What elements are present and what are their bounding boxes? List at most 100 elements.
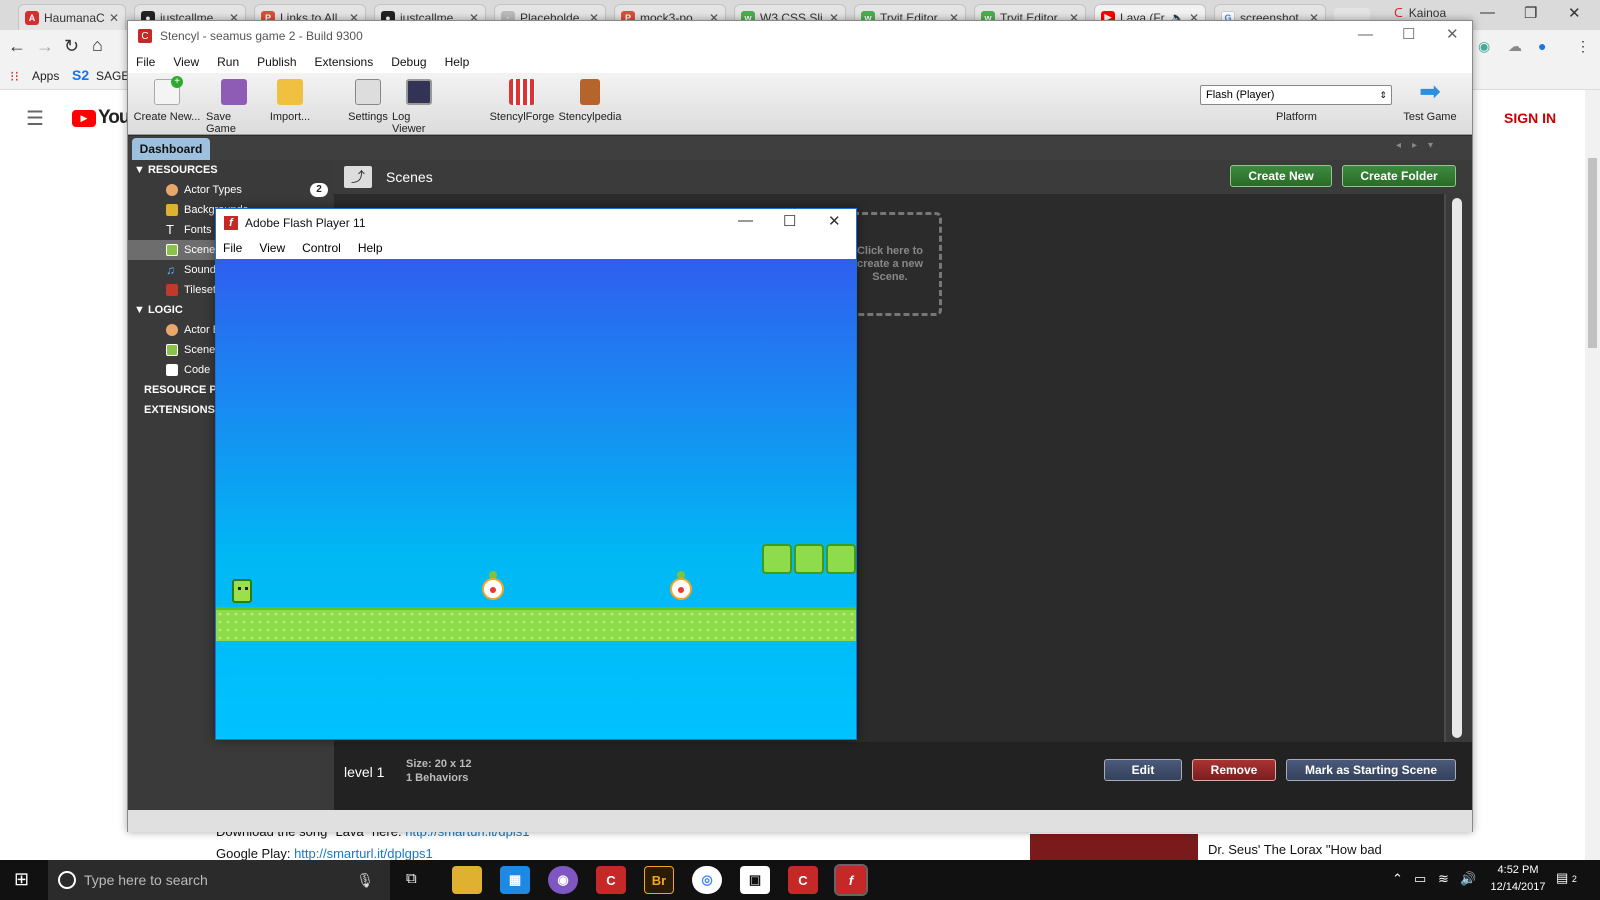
remove-button[interactable]: Remove — [1192, 759, 1276, 781]
create-folder-button[interactable]: Create Folder — [1342, 165, 1456, 187]
stencylforge-button[interactable]: StencylForge — [490, 79, 554, 123]
restore-icon[interactable]: ❐ — [1524, 4, 1537, 22]
menu-file[interactable]: File — [136, 55, 155, 69]
close-icon[interactable]: ✕ — [1446, 25, 1459, 43]
minimize-icon[interactable]: — — [738, 212, 753, 229]
stencyl-taskbar-icon[interactable]: C — [788, 866, 818, 894]
platform-value: Flash (Player) — [1206, 89, 1275, 101]
scrollbar-thumb[interactable] — [1588, 158, 1597, 348]
bookmark-apps[interactable]: Apps — [32, 69, 59, 83]
minimize-icon[interactable]: — — [1480, 4, 1495, 21]
minimize-icon[interactable]: — — [1358, 26, 1373, 43]
bookmark-sage[interactable]: SAGE — [96, 69, 129, 83]
scrollbar-thumb[interactable] — [1452, 198, 1462, 738]
related-video-title[interactable]: Dr. Seus' The Lorax "How bad — [1208, 842, 1382, 857]
chrome-icon[interactable]: ◎ — [692, 866, 722, 894]
windows-start-icon[interactable]: ⊞ — [14, 869, 29, 890]
settings-button[interactable]: Settings — [346, 79, 390, 123]
back-icon[interactable]: ← — [8, 36, 26, 57]
stencyl-titlebar: C Stencyl - seamus game 2 - Build 9300 —… — [128, 21, 1472, 51]
page-scrollbar[interactable] — [1585, 90, 1600, 860]
test-game-button[interactable]: ➡ Test Game — [1400, 78, 1460, 123]
clock-date[interactable]: 12/14/2017 — [1486, 881, 1550, 893]
tileset-icon — [166, 284, 178, 296]
description-link[interactable]: http://smarturl.it/dplgps1 — [294, 846, 433, 861]
app-icon[interactable]: ◉ — [548, 866, 578, 894]
file-explorer-icon[interactable] — [452, 866, 482, 894]
notification-center[interactable]: ▤ 2 — [1556, 870, 1577, 886]
hamburger-icon[interactable]: ☰ — [26, 106, 44, 131]
chevron-up-icon[interactable]: ⌃ — [1392, 871, 1403, 887]
scene-size: Size: 20 x 12 — [406, 758, 472, 770]
menu-icon[interactable]: ⋮ — [1576, 38, 1590, 55]
account-icon[interactable]: ● — [1538, 38, 1546, 54]
forward-icon[interactable]: → — [36, 36, 54, 57]
flash-menubar: File View Control Help — [216, 237, 856, 259]
create-new-button[interactable]: + Create New... — [132, 76, 202, 123]
tab-list-icon[interactable]: ▾ — [1428, 140, 1433, 151]
actor-icon — [166, 184, 178, 196]
window-title: Stencyl - seamus game 2 - Build 9300 — [160, 29, 363, 43]
menu-help[interactable]: Help — [358, 241, 383, 255]
menu-run[interactable]: Run — [217, 55, 239, 69]
music-note-icon: ♫ — [166, 263, 175, 277]
flash-taskbar-icon[interactable]: f — [834, 864, 868, 896]
taskbar-search[interactable]: Type here to search 🎙 — [48, 860, 390, 900]
volume-icon[interactable]: 🔊 — [1460, 871, 1476, 887]
mark-starting-scene-button[interactable]: Mark as Starting Scene — [1286, 759, 1456, 781]
menu-extensions[interactable]: Extensions — [315, 55, 374, 69]
stencyl-taskbar-icon[interactable]: C — [596, 866, 626, 894]
section-resources[interactable]: ▼ RESOURCES — [128, 160, 334, 180]
save-game-button[interactable]: Save Game — [206, 79, 262, 135]
menu-control[interactable]: Control — [302, 241, 341, 255]
menu-view[interactable]: View — [259, 241, 285, 255]
notepad-icon[interactable]: ▣ — [740, 866, 770, 894]
extension-icon[interactable]: ◉ — [1478, 38, 1490, 55]
close-icon[interactable]: ✕ — [1568, 4, 1581, 22]
tab-prev-icon[interactable]: ◂ — [1396, 140, 1401, 151]
menu-file[interactable]: File — [223, 241, 242, 255]
browser-tab[interactable]: A HaumanaC ✕ — [18, 4, 126, 30]
create-new-scene-button[interactable]: Create New — [1230, 165, 1332, 187]
menu-publish[interactable]: Publish — [257, 55, 296, 69]
sidebar-item-actor-types[interactable]: Actor Types 2 — [128, 180, 334, 200]
search-input[interactable]: Type here to search — [84, 872, 208, 888]
cloud-icon[interactable]: ☁ — [1508, 38, 1522, 55]
maximize-icon[interactable]: ☐ — [1402, 25, 1415, 43]
count-badge: 2 — [310, 183, 328, 197]
wifi-icon[interactable]: ≋ — [1438, 871, 1449, 887]
microphone-icon[interactable]: 🎙 — [356, 872, 374, 889]
menu-view[interactable]: View — [173, 55, 199, 69]
clock-time[interactable]: 4:52 PM — [1486, 864, 1550, 876]
import-button[interactable]: Import... — [266, 79, 314, 123]
tab-next-icon[interactable]: ▸ — [1412, 140, 1417, 151]
tab-dashboard[interactable]: Dashboard — [132, 138, 210, 160]
game-canvas[interactable] — [216, 259, 856, 739]
windows-taskbar: ⊞ Type here to search 🎙 ⧉ ▦ ◉ C Br ◎ ▣ C… — [0, 860, 1600, 900]
stencylpedia-button[interactable]: Stencylpedia — [558, 79, 622, 123]
sign-in-button[interactable]: SIGN IN — [1504, 110, 1556, 126]
video-thumbnail[interactable] — [1030, 834, 1198, 860]
folder-up-icon[interactable]: ⤴ — [344, 166, 372, 188]
log-viewer-button[interactable]: Log Viewer — [392, 79, 446, 135]
platform-select[interactable]: Flash (Player) ⇕ — [1200, 85, 1392, 105]
menu-help[interactable]: Help — [445, 55, 470, 69]
close-icon[interactable]: ✕ — [109, 11, 119, 25]
store-icon[interactable]: ▦ — [500, 866, 530, 894]
test-game-label: Test Game — [1403, 111, 1457, 123]
ground-platform — [216, 607, 856, 641]
bridge-icon[interactable]: Br — [644, 866, 674, 894]
scenes-scrollbar[interactable] — [1446, 194, 1472, 742]
reload-icon[interactable]: ↻ — [64, 36, 79, 57]
home-icon[interactable]: ⌂ — [92, 35, 103, 56]
maximize-icon[interactable]: ☐ — [783, 212, 796, 230]
battery-icon[interactable]: ▭ — [1414, 871, 1426, 887]
menu-debug[interactable]: Debug — [391, 55, 426, 69]
actor-icon — [166, 324, 178, 336]
profile-button[interactable]: ᑕ Kainoa — [1394, 6, 1446, 20]
close-icon[interactable]: ✕ — [828, 212, 841, 230]
edit-button[interactable]: Edit — [1104, 759, 1182, 781]
youtube-icon: ▶ — [72, 110, 96, 127]
create-new-icon: + — [154, 76, 183, 105]
task-view-icon[interactable]: ⧉ — [406, 870, 417, 887]
